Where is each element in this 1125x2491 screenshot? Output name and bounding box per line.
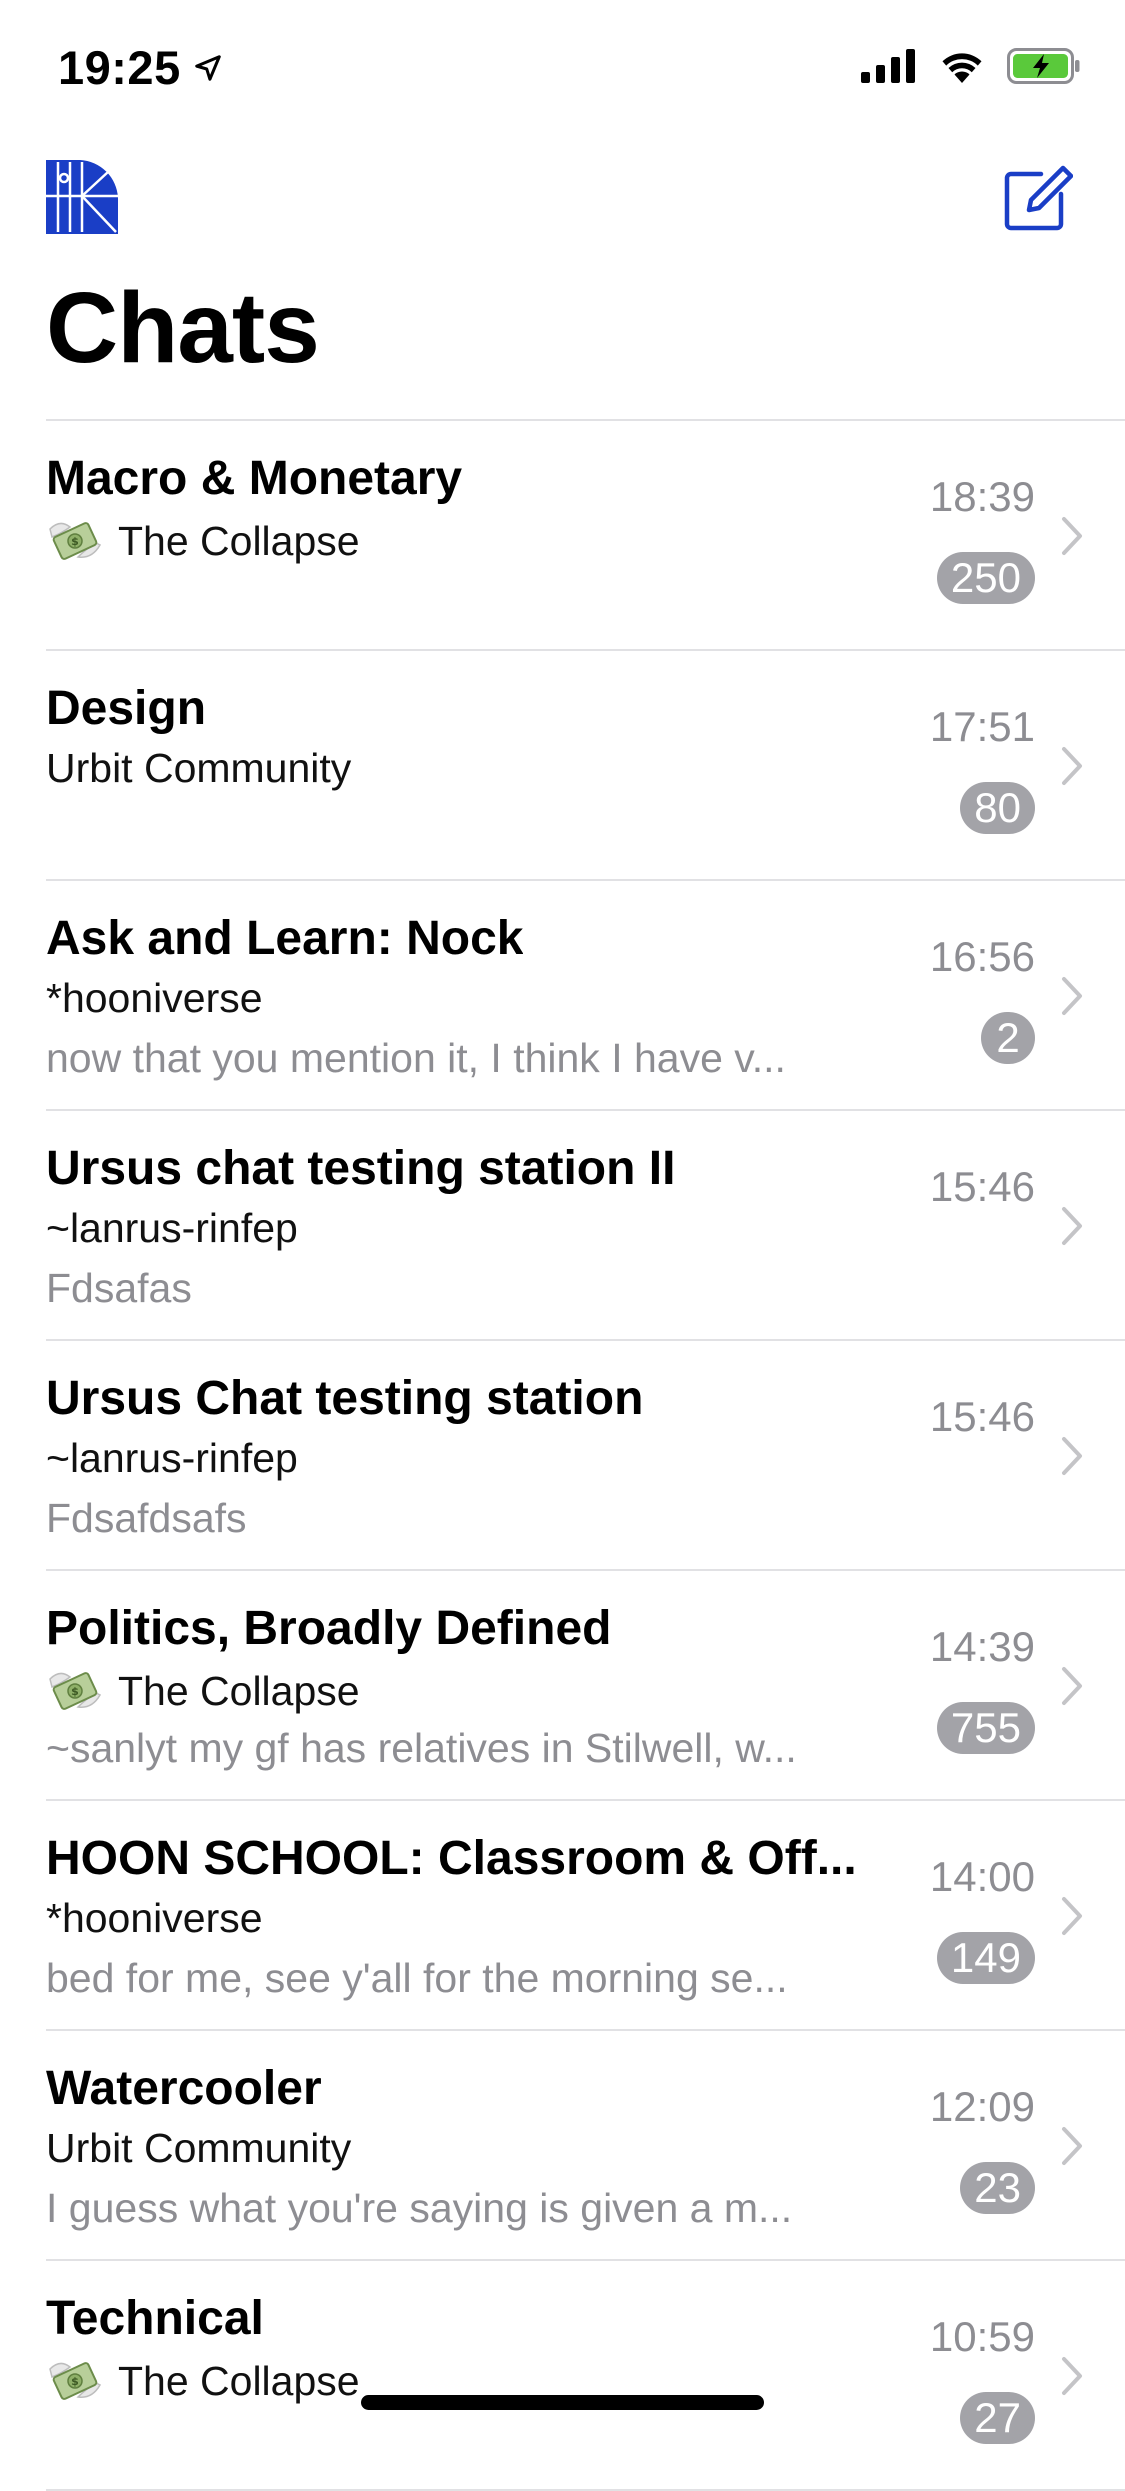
chat-time: 10:59 bbox=[929, 2313, 1035, 2360]
clock-text: 19:25 bbox=[58, 41, 181, 94]
chat-title: Technical bbox=[46, 2292, 264, 2345]
chevron-right-icon bbox=[1062, 2127, 1082, 2165]
chat-group: $ The Collapse bbox=[46, 515, 360, 567]
chat-title: Politics, Broadly Defined bbox=[46, 1602, 612, 1655]
chat-group: *hooniverse bbox=[46, 975, 263, 1022]
chat-group: $ The Collapse bbox=[46, 1665, 360, 1717]
unread-badge: 80 bbox=[960, 782, 1035, 834]
location-arrow-icon bbox=[194, 54, 221, 81]
chat-time: 17:51 bbox=[929, 703, 1035, 750]
svg-text:$: $ bbox=[71, 1685, 79, 1698]
chat-group-label: *hooniverse bbox=[46, 975, 263, 1021]
unread-badge: 250 bbox=[936, 552, 1035, 604]
chat-group-label: The Collapse bbox=[118, 1667, 360, 1714]
chat-group-label: The Collapse bbox=[118, 2357, 360, 2404]
compose-button[interactable] bbox=[1001, 162, 1074, 234]
chat-title: Ask and Learn: Nock bbox=[46, 912, 524, 965]
chat-group-label: ~lanrus-rinfep bbox=[46, 1205, 298, 1251]
chat-row[interactable]: Design Urbit Community 17:51 80 bbox=[46, 651, 1125, 881]
chat-group: ~lanrus-rinfep bbox=[46, 1205, 298, 1252]
chat-row[interactable]: HOON SCHOOL: Classroom & Off... *hooniver… bbox=[46, 1801, 1125, 2031]
chat-title: HOON SCHOOL: Classroom & Off... bbox=[46, 1832, 857, 1885]
chat-time: 15:46 bbox=[929, 1393, 1035, 1440]
unread-badge: 27 bbox=[960, 2392, 1035, 2444]
chat-row[interactable]: Technical $ The Collapse 10:59 27 bbox=[46, 2261, 1125, 2491]
chat-preview: now that you mention it, I think I have … bbox=[46, 1035, 786, 1081]
chat-row[interactable]: Macro & Monetary $ The Collapse 18:39 250 bbox=[46, 421, 1125, 651]
unread-badge: 149 bbox=[936, 1932, 1035, 1984]
chat-time: 15:46 bbox=[929, 1163, 1035, 1210]
unread-badge: 2 bbox=[981, 1012, 1035, 1064]
chat-group: ~lanrus-rinfep bbox=[46, 1435, 298, 1482]
chat-row[interactable]: Ursus Chat testing station ~lanrus-rinfep… bbox=[46, 1341, 1125, 1571]
chevron-right-icon bbox=[1062, 1667, 1082, 1705]
chat-preview: I guess what you're saying is given a m.… bbox=[46, 2185, 793, 2231]
unread-badge: 23 bbox=[960, 2162, 1035, 2214]
status-icons bbox=[861, 48, 1081, 84]
money-with-wings-icon: $ bbox=[49, 2362, 102, 2400]
chat-title: Watercooler bbox=[46, 2062, 322, 2115]
chat-group-label: The Collapse bbox=[118, 517, 360, 564]
home-indicator[interactable] bbox=[361, 2395, 764, 2410]
chat-time: 16:56 bbox=[929, 933, 1035, 980]
chat-group-label: Urbit Community bbox=[46, 2125, 352, 2171]
chevron-right-icon bbox=[1062, 747, 1082, 785]
chevron-right-icon bbox=[1062, 517, 1082, 555]
chat-title: Ursus chat testing station II bbox=[46, 1142, 676, 1195]
chevron-right-icon bbox=[1062, 1897, 1082, 1935]
status-time: 19:25 bbox=[58, 40, 223, 95]
compose-icon[interactable] bbox=[1001, 162, 1074, 234]
chat-group-label: *hooniverse bbox=[46, 1895, 263, 1941]
chat-group-label: Urbit Community bbox=[46, 745, 352, 791]
cellular-signal-icon bbox=[861, 49, 915, 83]
svg-text:$: $ bbox=[71, 535, 79, 548]
chat-row[interactable]: Politics, Broadly Defined $ The Collapse… bbox=[46, 1571, 1125, 1801]
chevron-right-icon bbox=[1062, 1437, 1082, 1475]
wifi-icon bbox=[942, 53, 982, 83]
chevron-right-icon bbox=[1062, 2357, 1082, 2395]
chat-time: 18:39 bbox=[929, 473, 1035, 520]
chat-row[interactable]: Ask and Learn: Nock *hooniverse now that y… bbox=[46, 881, 1125, 1111]
chat-group: Urbit Community bbox=[46, 745, 351, 792]
page-title: Chats bbox=[46, 272, 320, 384]
chat-time: 14:39 bbox=[929, 1623, 1035, 1670]
chat-group: *hooniverse bbox=[46, 1895, 263, 1942]
chat-title: Macro & Monetary bbox=[46, 452, 463, 505]
chat-preview: bed for me, see y'all for the morning se… bbox=[46, 1955, 788, 2001]
chat-title: Ursus Chat testing station bbox=[46, 1372, 644, 1425]
svg-text:$: $ bbox=[71, 2375, 79, 2388]
chat-row[interactable]: Ursus chat testing station II ~lanrus-rin… bbox=[46, 1111, 1125, 1341]
chat-row[interactable]: Watercooler Urbit Community I guess what y… bbox=[46, 2031, 1125, 2261]
chat-group: $ The Collapse bbox=[46, 2355, 360, 2407]
chat-group-label: ~lanrus-rinfep bbox=[46, 1435, 298, 1481]
chat-time: 14:00 bbox=[929, 1853, 1035, 1900]
chat-list: Macro & Monetary $ The Collapse 18:39 250 D… bbox=[46, 419, 1125, 2491]
status-bar: 19:25 bbox=[0, 0, 1125, 140]
chevron-right-icon bbox=[1062, 977, 1082, 1015]
chat-preview: ~sanlyt my gf has relatives in Stilwell,… bbox=[46, 1725, 797, 1771]
chat-preview: Fdsafas bbox=[46, 1265, 192, 1311]
battery-charging-icon bbox=[1007, 48, 1080, 84]
chevron-right-icon bbox=[1062, 1207, 1082, 1245]
chat-preview: Fdsafdsafs bbox=[46, 1495, 247, 1541]
unread-badge: 755 bbox=[936, 1702, 1035, 1754]
chat-title: Design bbox=[46, 682, 207, 735]
chat-time: 12:09 bbox=[929, 2083, 1035, 2130]
money-with-wings-icon: $ bbox=[49, 1672, 102, 1710]
money-with-wings-icon: $ bbox=[49, 522, 102, 560]
chat-group: Urbit Community bbox=[46, 2125, 351, 2172]
urbit-logo-icon[interactable] bbox=[46, 160, 122, 234]
